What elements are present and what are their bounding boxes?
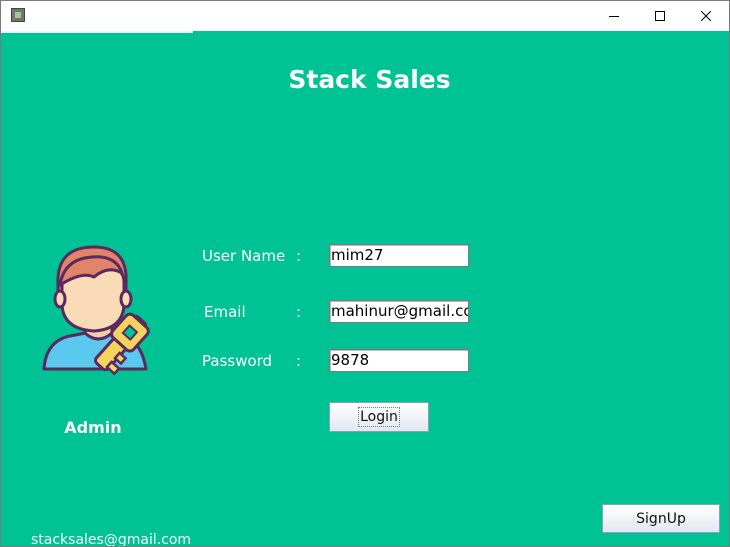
username-input[interactable]: mim27	[329, 244, 469, 267]
password-label: Password	[202, 352, 273, 370]
title-bar-edge	[1, 31, 193, 33]
app-title: Stack Sales	[288, 65, 451, 94]
email-colon: :	[296, 303, 302, 321]
login-window: Stack Sales Admin User Name : mim27 Emai…	[0, 0, 730, 547]
title-bar[interactable]	[1, 1, 729, 31]
username-colon: :	[296, 247, 302, 265]
username-label: User Name	[202, 247, 286, 265]
java-app-icon	[11, 8, 25, 22]
password-colon: :	[296, 352, 302, 370]
email-label: Email	[204, 303, 246, 321]
admin-key-avatar-icon	[42, 245, 150, 376]
close-button[interactable]	[683, 1, 729, 31]
login-button[interactable]: Login	[329, 402, 429, 432]
close-icon	[701, 11, 711, 21]
footer-email: stacksales@gmail.com	[31, 532, 192, 547]
maximize-icon	[655, 11, 665, 21]
minimize-icon	[609, 16, 619, 17]
login-button-label: Login	[358, 407, 400, 427]
maximize-button[interactable]	[637, 1, 683, 31]
admin-label: Admin	[64, 418, 122, 437]
minimize-button[interactable]	[591, 1, 637, 31]
password-input[interactable]: 9878	[329, 349, 469, 372]
email-input[interactable]: mahinur@gmail.co	[329, 300, 469, 323]
signup-button[interactable]: SignUp	[602, 504, 720, 533]
